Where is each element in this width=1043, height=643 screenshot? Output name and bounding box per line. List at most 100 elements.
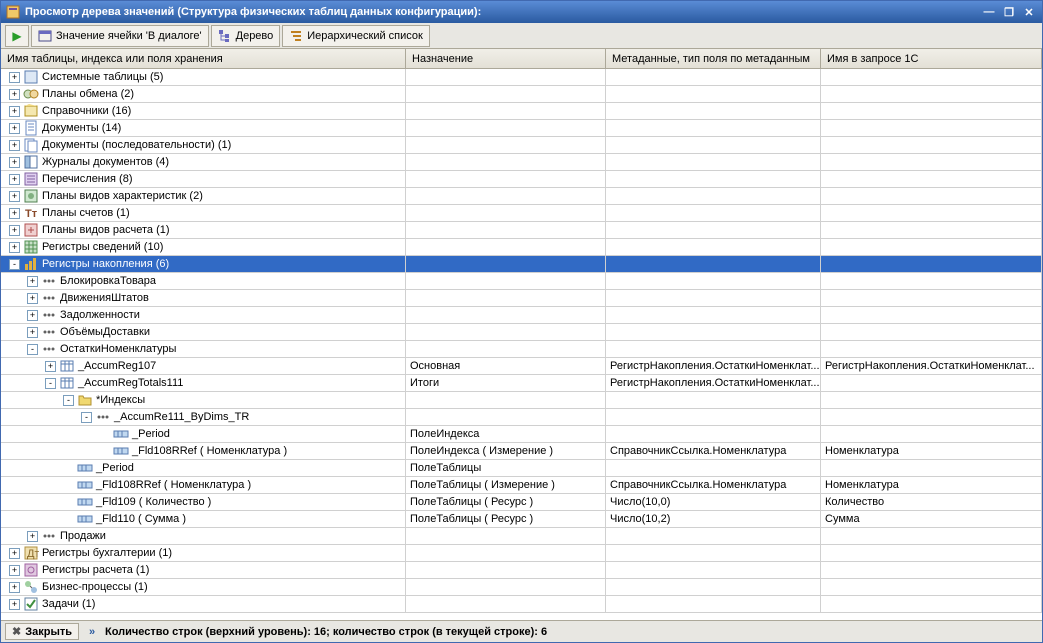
expand-toggle[interactable]: -: [63, 395, 74, 406]
row-query-name: [821, 137, 1042, 153]
expand-toggle[interactable]: +: [9, 72, 20, 83]
row-label: Планы счетов (1): [42, 207, 130, 219]
restore-button[interactable]: ❐: [1000, 4, 1018, 20]
expand-toggle[interactable]: +: [9, 242, 20, 253]
expand-toggle[interactable]: +: [9, 548, 20, 559]
tree-row[interactable]: +Документы (последовательности) (1): [1, 137, 1042, 154]
tree-row[interactable]: _Fld108RRef ( Номенклатура )ПолеИндекса …: [1, 443, 1042, 460]
svg-text:Тт: Тт: [25, 208, 38, 220]
expand-toggle[interactable]: -: [27, 344, 38, 355]
tree-row[interactable]: +БлокировкаТовара: [1, 273, 1042, 290]
expand-toggle[interactable]: +: [27, 327, 38, 338]
expand-toggle[interactable]: +: [27, 276, 38, 287]
row-metadata: [606, 273, 821, 289]
tree-row[interactable]: -Регистры накопления (6): [1, 256, 1042, 273]
expand-toggle[interactable]: +: [9, 140, 20, 151]
tree-row[interactable]: +Перечисления (8): [1, 171, 1042, 188]
tree-row[interactable]: +Регистры сведений (10): [1, 239, 1042, 256]
tree-row[interactable]: +Планы обмена (2): [1, 86, 1042, 103]
tree-row[interactable]: -ОстаткиНоменклатуры: [1, 341, 1042, 358]
tree-row[interactable]: _PeriodПолеТаблицы: [1, 460, 1042, 477]
row-query-name: [821, 239, 1042, 255]
journal-icon: [23, 154, 39, 170]
expand-toggle[interactable]: +: [9, 89, 20, 100]
expand-toggle[interactable]: +: [9, 123, 20, 134]
row-metadata: РегистрНакопления.ОстаткиНоменклат...: [606, 358, 821, 374]
cell-value-button[interactable]: Значение ячейки 'В диалоге': [31, 25, 209, 47]
minimize-button[interactable]: —: [980, 4, 998, 20]
expand-toggle[interactable]: +: [27, 310, 38, 321]
row-query-name: [821, 324, 1042, 340]
row-metadata: Число(10,0): [606, 494, 821, 510]
tree-row[interactable]: -_AccumRegTotals111ИтогиРегистрНакоплени…: [1, 375, 1042, 392]
header-col2[interactable]: Назначение: [406, 49, 606, 68]
tree-row[interactable]: +Справочники (16): [1, 103, 1042, 120]
tree-row[interactable]: _Fld110 ( Сумма )ПолеТаблицы ( Ресурс )Ч…: [1, 511, 1042, 528]
expand-toggle[interactable]: +: [9, 157, 20, 168]
row-query-name: [821, 171, 1042, 187]
close-button[interactable]: ✖ Закрыть: [5, 623, 79, 640]
expand-toggle[interactable]: +: [27, 293, 38, 304]
tree-row[interactable]: +_AccumReg107ОсновнаяРегистрНакопления.О…: [1, 358, 1042, 375]
row-metadata: [606, 392, 821, 408]
tree-row[interactable]: +Журналы документов (4): [1, 154, 1042, 171]
expand-toggle[interactable]: +: [27, 531, 38, 542]
tree-row[interactable]: +Планы видов характеристик (2): [1, 188, 1042, 205]
row-purpose: [406, 528, 606, 544]
tree-row[interactable]: +ДтРегистры бухгалтерии (1): [1, 545, 1042, 562]
main-window: Просмотр дерева значений (Структура физи…: [0, 0, 1043, 643]
row-purpose: [406, 86, 606, 102]
enum-icon: [23, 171, 39, 187]
expand-toggle[interactable]: +: [9, 208, 20, 219]
expand-toggle[interactable]: +: [9, 582, 20, 593]
tree-button[interactable]: Дерево: [211, 25, 281, 47]
row-metadata: СправочникСсылка.Номенклатура: [606, 443, 821, 459]
tree-row[interactable]: + Тт Планы счетов (1): [1, 205, 1042, 222]
tree-row[interactable]: +Бизнес-процессы (1): [1, 579, 1042, 596]
row-query-name: [821, 341, 1042, 357]
window-buttons: — ❐ ✕: [980, 4, 1038, 20]
header-col4[interactable]: Имя в запросе 1С: [821, 49, 1042, 68]
row-metadata: РегистрНакопления.ОстаткиНоменклат...: [606, 375, 821, 391]
tree-row[interactable]: _PeriodПолеИндекса: [1, 426, 1042, 443]
tree-row[interactable]: +ДвиженияШтатов: [1, 290, 1042, 307]
row-label: _AccumReg107: [78, 360, 156, 372]
expand-toggle[interactable]: +: [9, 191, 20, 202]
tree-row[interactable]: +Продажи: [1, 528, 1042, 545]
hier-list-button[interactable]: Иерархический список: [282, 25, 430, 47]
expand-toggle[interactable]: -: [45, 378, 56, 389]
cell-value-label: Значение ячейки 'В диалоге': [56, 30, 202, 42]
expand-toggle[interactable]: +: [9, 225, 20, 236]
tree-row[interactable]: +Задачи (1): [1, 596, 1042, 613]
tree-row[interactable]: _Fld109 ( Количество )ПолеТаблицы ( Ресу…: [1, 494, 1042, 511]
row-query-name: Номенклатура: [821, 443, 1042, 459]
tree-row[interactable]: +ОбъёмыДоставки: [1, 324, 1042, 341]
window-close-button[interactable]: ✕: [1020, 4, 1038, 20]
row-metadata: [606, 256, 821, 272]
tree-row[interactable]: +Задолженности: [1, 307, 1042, 324]
tree-row[interactable]: +Регистры расчета (1): [1, 562, 1042, 579]
header-col1[interactable]: Имя таблицы, индекса или поля хранения: [1, 49, 406, 68]
expand-toggle[interactable]: +: [9, 174, 20, 185]
row-query-name: [821, 307, 1042, 323]
tree-row[interactable]: +Планы видов расчета (1): [1, 222, 1042, 239]
header-col3[interactable]: Метаданные, тип поля по метаданным: [606, 49, 821, 68]
row-purpose: [406, 290, 606, 306]
expand-toggle[interactable]: -: [81, 412, 92, 423]
dots-icon: [41, 341, 57, 357]
tree-row[interactable]: +Документы (14): [1, 120, 1042, 137]
tree-row[interactable]: -*Индексы: [1, 392, 1042, 409]
run-button[interactable]: ▶: [5, 25, 29, 47]
status-text: Количество строк (верхний уровень): 16; …: [105, 626, 547, 638]
expand-toggle[interactable]: +: [9, 599, 20, 610]
tree-row[interactable]: +Системные таблицы (5): [1, 69, 1042, 86]
row-purpose: [406, 205, 606, 221]
expand-toggle[interactable]: +: [9, 565, 20, 576]
tree-row[interactable]: -_AccumRe111_ByDims_TR: [1, 409, 1042, 426]
tree-grid[interactable]: +Системные таблицы (5)+Планы обмена (2)+…: [1, 69, 1042, 620]
expand-toggle[interactable]: -: [9, 259, 20, 270]
column-headers: Имя таблицы, индекса или поля хранения Н…: [1, 49, 1042, 69]
expand-toggle[interactable]: +: [9, 106, 20, 117]
tree-row[interactable]: _Fld108RRef ( Номенклатура )ПолеТаблицы …: [1, 477, 1042, 494]
expand-toggle[interactable]: +: [45, 361, 56, 372]
